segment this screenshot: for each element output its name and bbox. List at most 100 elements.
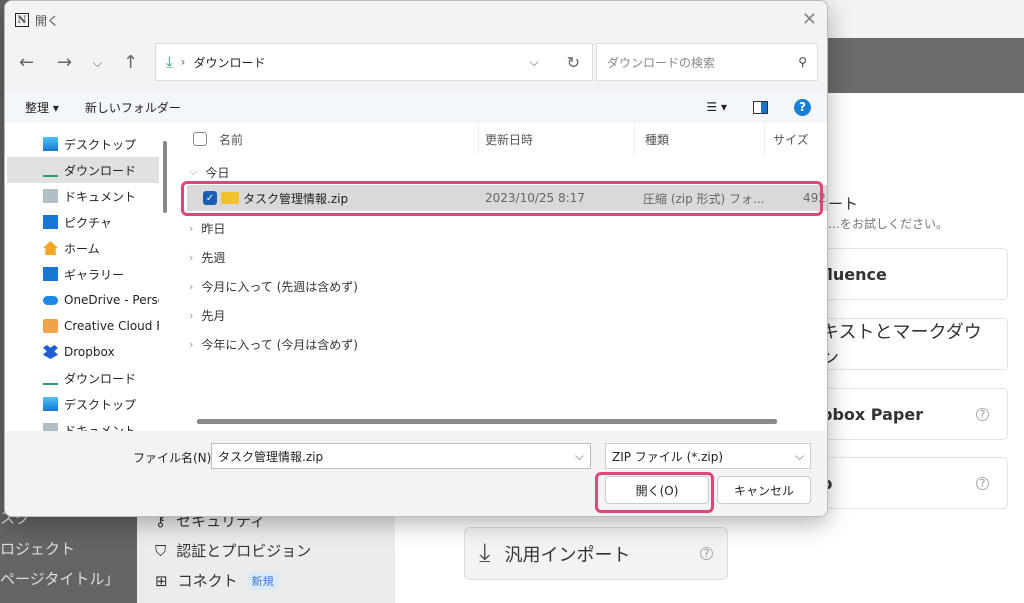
tree-item[interactable]: OneDrive - Perso — [7, 287, 159, 313]
import-heading: ート — [828, 195, 859, 213]
label: pbox Paper — [821, 404, 924, 424]
settings-item-connect[interactable]: ⊞ コネクト 新規 — [155, 570, 278, 591]
bg-text[interactable]: ロジェクト — [0, 538, 75, 559]
view-menu-icon[interactable]: ☰ ▾ — [706, 100, 727, 114]
label: fluence — [821, 264, 887, 284]
tree-item-label: Dropbox — [64, 345, 115, 359]
column-type[interactable]: 種類 — [635, 123, 765, 155]
label: 認証とプロビジョン — [176, 542, 312, 560]
label: サイズ — [773, 132, 809, 147]
chevron-right-icon: › — [189, 221, 194, 235]
new-badge: 新規 — [247, 571, 278, 590]
tree-item-label: OneDrive - Perso — [64, 293, 159, 307]
filetype-select[interactable]: ZIP ファイル (*.zip) ⌵ — [605, 443, 811, 469]
group-header[interactable]: › 昨日 — [189, 215, 225, 241]
tree-item[interactable]: Dropbox — [7, 339, 159, 365]
bg-text[interactable]: ページタイトル」 — [0, 568, 119, 589]
breadcrumb[interactable]: ダウンロード — [193, 54, 265, 71]
tree-item[interactable]: デスクトップ — [7, 391, 159, 417]
organize-button[interactable]: 整理 ▾ — [25, 99, 59, 116]
label: 汎用インポート — [504, 544, 631, 566]
label: 昨日 — [201, 221, 226, 236]
back-button[interactable]: ← — [19, 52, 34, 73]
tree-item[interactable]: ホーム — [7, 235, 159, 261]
tree-item[interactable]: ピクチャ — [7, 209, 159, 235]
chevron-down-icon[interactable]: ⌵ — [529, 55, 538, 70]
refresh-icon[interactable]: ↻ — [567, 53, 580, 72]
search-placeholder: ダウンロードの検索 — [607, 55, 716, 70]
horizontal-scrollbar[interactable] — [197, 419, 777, 424]
filename-label: ファイル名(N): — [133, 451, 216, 465]
tree-item[interactable]: ドキュメント — [7, 183, 159, 209]
address-bar[interactable]: ⤓ › ダウンロード ⌵ ↻ — [155, 43, 593, 81]
preview-pane-icon[interactable] — [753, 100, 768, 114]
tree-item-label: デスクトップ — [64, 397, 137, 412]
chevron-right-icon: › — [189, 337, 194, 351]
close-button[interactable]: ✕ — [802, 9, 817, 30]
label: 今日 — [205, 165, 230, 180]
header-band — [828, 38, 1024, 93]
creative-cloud-icon — [43, 319, 58, 333]
label: 名前 — [219, 132, 244, 147]
group-header[interactable]: › 今月に入って (先週は含めず) — [189, 273, 358, 299]
open-file-dialog: N 開く ✕ ← → ⌵ ↑ ⤓ › ダウンロード ⌵ ↻ ダウンロードの検索 … — [4, 0, 828, 517]
tree-item[interactable]: ダウンロード — [7, 157, 159, 183]
tree-item-label: Creative Cloud F — [64, 319, 159, 333]
toolbar: 整理 ▾ 新しいフォルダー ☰ ▾ ? — [5, 91, 827, 123]
download-icon: ⤓ — [479, 538, 491, 568]
recent-dropdown[interactable]: ⌵ — [93, 56, 102, 71]
highlight-open-button — [595, 472, 714, 513]
search-icon: ⚲ — [798, 55, 807, 69]
filename-value: タスク管理情報.zip — [218, 449, 324, 464]
import-subtitle: …をお試しください。 — [828, 217, 949, 231]
group-header[interactable]: › 先週 — [189, 244, 225, 270]
tree-item-label: ドキュメント — [64, 189, 137, 204]
tree-item-label: ホーム — [64, 241, 100, 256]
tree-item-label: ダウンロード — [64, 371, 137, 386]
help-icon[interactable]: ? — [976, 476, 989, 490]
home-icon — [43, 241, 58, 255]
column-modified[interactable]: 更新日時 — [479, 123, 635, 155]
column-size[interactable]: サイズ — [765, 123, 827, 155]
help-icon[interactable]: ? — [794, 98, 811, 116]
onedrive-icon — [43, 295, 58, 305]
group-header[interactable]: › 今年に入って (今月は含めず) — [189, 331, 358, 357]
tree-item[interactable]: デスクトップ — [7, 131, 159, 157]
tree-item-label: ピクチャ — [64, 215, 112, 230]
cancel-button[interactable]: キャンセル — [717, 476, 811, 504]
column-name[interactable]: 名前 — [179, 123, 479, 155]
chevron-right-icon: › — [189, 308, 194, 322]
help-icon[interactable]: ? — [700, 547, 713, 560]
filename-input[interactable]: タスク管理情報.zip ⌵ — [211, 443, 591, 469]
chevron-down-icon: ⌵ — [189, 165, 198, 178]
title-bar: N 開く — [5, 1, 827, 39]
select-all-checkbox[interactable] — [193, 132, 207, 146]
chevron-right-icon: › — [180, 55, 186, 69]
chevron-down-icon[interactable]: ⌵ — [575, 449, 584, 464]
tree-item[interactable]: Creative Cloud F — [7, 313, 159, 339]
tree-scrollbar[interactable] — [163, 141, 167, 213]
download-icon — [43, 371, 58, 385]
chevron-right-icon: › — [189, 250, 194, 264]
navigation-bar: ← → ⌵ ↑ ⤓ › ダウンロード ⌵ ↻ ダウンロードの検索 ⚲ — [5, 39, 827, 91]
up-button[interactable]: ↑ — [123, 52, 138, 73]
search-input[interactable]: ダウンロードの検索 ⚲ — [596, 43, 818, 81]
forward-button[interactable]: → — [57, 52, 72, 73]
new-folder-button[interactable]: 新しいフォルダー — [85, 99, 181, 116]
generic-import-button[interactable]: ⤓ 汎用インポート? — [464, 527, 728, 580]
notion-logo-icon: N — [15, 13, 29, 27]
picture-icon — [43, 215, 58, 229]
grid-icon: ⊞ — [155, 571, 168, 590]
settings-item-auth[interactable]: ⛉ 認証とプロビジョン — [155, 540, 311, 561]
tree-item[interactable]: ドキュメント — [7, 417, 159, 431]
tree-item[interactable]: ダウンロード — [7, 365, 159, 391]
label: 種類 — [645, 132, 670, 147]
dialog-title: 開く — [35, 13, 60, 28]
desktop-icon — [43, 397, 58, 411]
group-header[interactable]: › 先月 — [189, 302, 225, 328]
tree-item[interactable]: ギャラリー — [7, 261, 159, 287]
download-icon: ⤓ — [166, 53, 173, 71]
help-icon[interactable]: ? — [976, 407, 989, 421]
download-icon — [43, 163, 58, 177]
shield-check-icon: ⛉ — [155, 541, 167, 560]
